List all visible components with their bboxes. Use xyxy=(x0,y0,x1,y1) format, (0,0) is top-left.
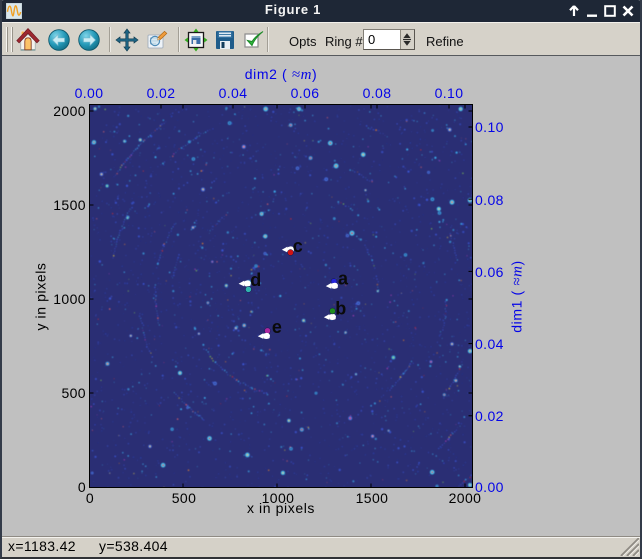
svg-text:b: b xyxy=(335,299,346,319)
svg-text:a: a xyxy=(338,269,349,289)
svg-text:c: c xyxy=(293,236,303,256)
svg-text:d: d xyxy=(250,270,261,290)
svg-text:e: e xyxy=(272,317,282,337)
